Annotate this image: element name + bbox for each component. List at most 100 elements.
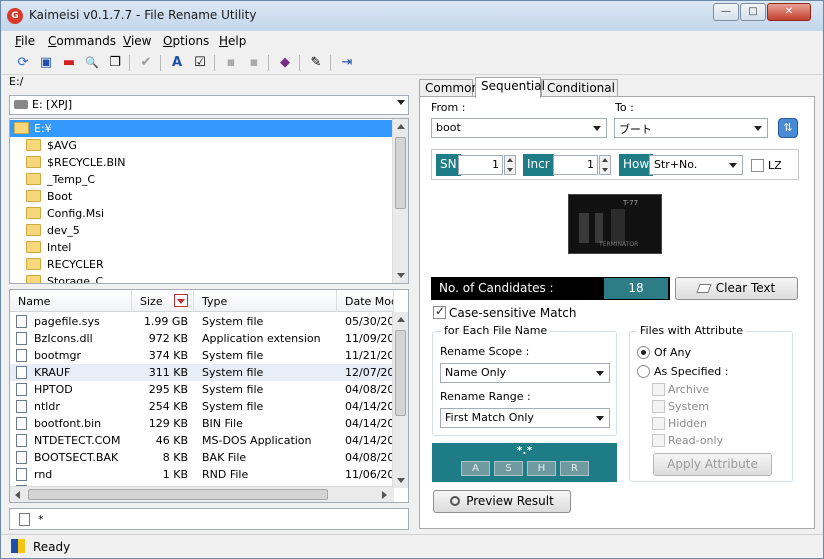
tab-common[interactable]: Common: [419, 79, 479, 97]
menu-file[interactable]: File: [15, 34, 35, 48]
drive-select[interactable]: E: [XPJ]: [9, 95, 409, 115]
scroll-up-icon[interactable]: [397, 317, 405, 322]
system-checkbox[interactable]: [652, 400, 665, 413]
archive-label: Archive: [668, 383, 710, 396]
swap-button[interactable]: ⇅: [778, 118, 798, 138]
attr-button-s[interactable]: S: [494, 461, 523, 476]
hidden-checkbox[interactable]: [652, 417, 665, 430]
file-row[interactable]: BzIcons.dll 972 KB Application extension 11…: [10, 330, 394, 347]
attr-button-a[interactable]: A: [461, 461, 490, 476]
find-icon[interactable]: ✎: [306, 53, 326, 73]
tree-item[interactable]: RECYCLER: [10, 256, 394, 273]
refresh-icon[interactable]: ⟳: [13, 53, 33, 73]
file-date: 05/30/2012: [345, 315, 394, 328]
file-row[interactable]: NTDETECT.COM 46 KB MS-DOS Application 04/14…: [10, 432, 394, 449]
to-input[interactable]: ブート: [614, 118, 768, 138]
save-as-icon[interactable]: ▪: [244, 53, 264, 73]
tree-item[interactable]: Intel: [10, 239, 394, 256]
title-bar[interactable]: G Kaimeisi v0.1.7.7 - File Rename Utilit…: [1, 1, 823, 31]
tree-item[interactable]: $AVG: [10, 137, 394, 154]
scroll-right-icon[interactable]: [382, 491, 387, 499]
book-icon[interactable]: ◆: [275, 53, 295, 73]
from-input[interactable]: boot: [431, 118, 607, 138]
scroll-thumb[interactable]: [395, 330, 406, 416]
file-row[interactable]: KRAUF 311 KB System file 12/07/2011: [10, 364, 394, 381]
column-type[interactable]: Type: [194, 290, 337, 312]
filter-input[interactable]: *: [9, 508, 409, 530]
apply-attribute-button[interactable]: Apply Attribute: [653, 453, 772, 476]
menu-view[interactable]: View: [123, 34, 151, 48]
sn-input[interactable]: 1: [458, 155, 503, 175]
scroll-up-icon[interactable]: [397, 124, 405, 129]
file-list[interactable]: Name Size Type Date Modified pagefile.sy…: [9, 289, 409, 503]
folder-icon: [26, 156, 41, 168]
chevron-down-icon: [596, 416, 604, 421]
file-row[interactable]: BOOTSECT.BAK 8 KB BAK File 04/08/2012: [10, 449, 394, 466]
scroll-thumb[interactable]: [28, 489, 328, 500]
minimize-button[interactable]: —: [713, 3, 739, 21]
file-row[interactable]: ntldr 254 KB System file 04/14/2008: [10, 398, 394, 415]
remove-icon[interactable]: ▬: [59, 53, 79, 73]
how-select[interactable]: Str+No.: [649, 155, 743, 175]
tab-sequential[interactable]: Sequential: [475, 77, 545, 98]
file-row[interactable]: HPTOD 295 KB System file 04/08/2012: [10, 381, 394, 398]
file-vscrollbar[interactable]: [392, 312, 408, 488]
tab-conditional-1[interactable]: Conditional 1: [541, 79, 618, 109]
file-icon: [16, 434, 27, 447]
file-hscrollbar[interactable]: [10, 486, 394, 502]
column-name[interactable]: Name: [10, 290, 132, 312]
rename-scope-select[interactable]: Name Only: [440, 363, 610, 383]
tree-item[interactable]: E:¥: [10, 120, 394, 137]
exit-icon[interactable]: ⇥: [337, 53, 357, 73]
search-icon[interactable]: 🔍: [82, 53, 102, 73]
attr-button-r[interactable]: R: [560, 461, 589, 476]
file-size: 311 KB: [148, 366, 188, 379]
sort-descending-icon[interactable]: [174, 294, 188, 307]
tree-item[interactable]: _Temp_C: [10, 171, 394, 188]
close-button[interactable]: ✕: [767, 3, 811, 21]
rename-range-select[interactable]: First Match Only: [440, 408, 610, 428]
incr-input[interactable]: 1: [553, 155, 598, 175]
read-only-checkbox[interactable]: [652, 434, 665, 447]
scroll-down-icon[interactable]: [397, 478, 405, 483]
scroll-thumb[interactable]: [395, 137, 406, 209]
scroll-down-icon[interactable]: [397, 273, 405, 278]
wildcard-text: *.*: [516, 444, 533, 457]
file-row[interactable]: bootfont.bin 129 KB BIN File 04/14/2008: [10, 415, 394, 432]
menu-commands[interactable]: Commands: [48, 34, 116, 48]
of-any-radio[interactable]: [637, 346, 650, 359]
archive-checkbox[interactable]: [652, 383, 665, 396]
tree-item[interactable]: dev_5: [10, 222, 394, 239]
tree-item[interactable]: Boot: [10, 188, 394, 205]
case-sensitive-checkbox[interactable]: [433, 304, 446, 319]
bookmark-icon[interactable]: ▣: [36, 53, 56, 73]
incr-spinner[interactable]: [599, 155, 611, 175]
maximize-button[interactable]: □: [740, 3, 766, 21]
read-only-label: Read-only: [668, 434, 724, 447]
save-icon[interactable]: ▪: [221, 53, 241, 73]
sn-spinner[interactable]: [504, 155, 516, 175]
menu-help[interactable]: Help: [219, 34, 246, 48]
sort-icon[interactable]: A: [167, 53, 187, 73]
tree-item[interactable]: Storage_C: [10, 273, 394, 283]
lz-checkbox[interactable]: [751, 159, 764, 172]
checklist-icon[interactable]: ☑: [190, 53, 210, 73]
preview-result-button[interactable]: Preview Result: [433, 490, 571, 513]
menu-options[interactable]: Options: [163, 34, 209, 48]
clear-text-button[interactable]: Clear Text: [675, 277, 798, 300]
tree-item[interactable]: Config.Msi: [10, 205, 394, 222]
file-row[interactable]: rnd 1 KB RND File 11/06/2011: [10, 466, 394, 483]
folder-tree[interactable]: E:¥ $AVG $RECYCLE.BIN _Temp_C Boot Confi…: [9, 118, 409, 284]
copy-icon[interactable]: ❐: [105, 53, 125, 73]
attr-button-h[interactable]: H: [527, 461, 556, 476]
column-date[interactable]: Date Modified: [337, 290, 394, 312]
tree-scrollbar[interactable]: [392, 119, 408, 283]
tree-item[interactable]: $RECYCLE.BIN: [10, 154, 394, 171]
chevron-down-icon[interactable]: [754, 126, 762, 131]
scroll-left-icon[interactable]: [15, 491, 20, 499]
file-row[interactable]: bootmgr 374 KB System file 11/21/2010: [10, 347, 394, 364]
check-icon[interactable]: ✔: [136, 53, 156, 73]
as-specified-radio[interactable]: [637, 365, 650, 378]
file-row[interactable]: pagefile.sys 1.99 GB System file 05/30/2012: [10, 313, 394, 330]
chevron-down-icon[interactable]: [593, 126, 601, 131]
